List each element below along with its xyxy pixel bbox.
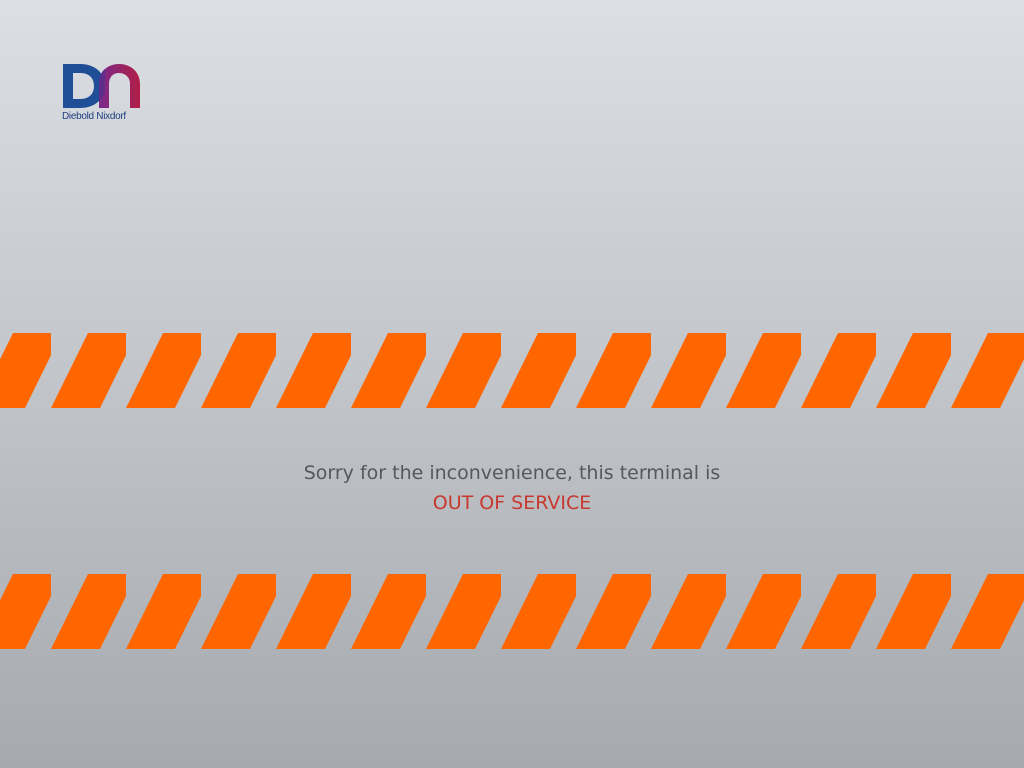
status-text: OUT OF SERVICE	[432, 492, 592, 514]
hazard-stripe-band-top	[0, 333, 1024, 408]
logo-wordmark: Diebold Nixdorf	[62, 111, 126, 122]
out-of-service-message: Sorry for the inconvenience, this termin…	[0, 458, 1024, 518]
diebold-nixdorf-logo: Diebold Nixdorf	[62, 62, 142, 126]
dn-logo-icon	[63, 64, 140, 108]
apology-text: Sorry for the inconvenience, this termin…	[303, 462, 721, 484]
hazard-stripe-band-bottom	[0, 574, 1024, 649]
